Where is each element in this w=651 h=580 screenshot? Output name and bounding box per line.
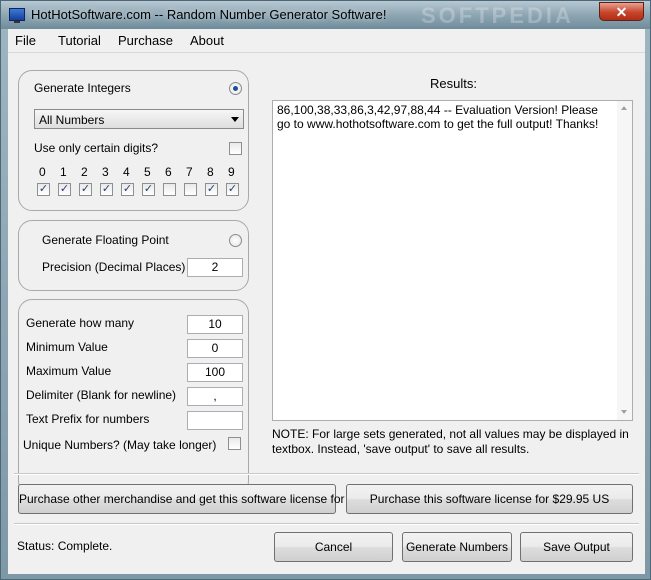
- digit-checkbox[interactable]: [163, 183, 176, 196]
- precision-label: Precision (Decimal Places): [42, 260, 186, 274]
- separator-top: [14, 473, 639, 475]
- purchase-license-button[interactable]: Purchase this software license for $29.9…: [346, 484, 633, 514]
- integers-group: Generate Integers All Numbers Use only c…: [18, 70, 249, 211]
- generate-numbers-button[interactable]: Generate Numbers: [402, 532, 512, 562]
- client-area: File Tutorial Purchase About Generate In…: [8, 29, 645, 574]
- only-digits-label: Use only certain digits?: [34, 141, 159, 155]
- text-prefix-input[interactable]: [187, 411, 243, 430]
- results-heading: Results:: [430, 76, 477, 91]
- watermark-logo: SOFTPEDIA: [421, 3, 574, 28]
- min-value-input[interactable]: 0: [187, 339, 243, 358]
- separator-bottom: [14, 523, 639, 525]
- note-text: NOTE: For large sets generated, not all …: [272, 427, 629, 456]
- generate-floating-label: Generate Floating Point: [42, 233, 169, 247]
- precision-input[interactable]: 2: [187, 258, 243, 277]
- window-title: HotHotSoftware.com -- Random Number Gene…: [31, 7, 387, 22]
- chevron-down-icon: [231, 117, 239, 122]
- app-monitor-icon: [9, 8, 25, 23]
- menu-about[interactable]: About: [190, 33, 224, 48]
- digit-label: 1: [60, 165, 67, 179]
- delimiter-label: Delimiter (Blank for newline): [26, 388, 177, 402]
- menu-file[interactable]: File: [15, 33, 36, 48]
- close-icon: ✕: [615, 4, 628, 20]
- results-textbox[interactable]: 86,100,38,33,86,3,42,97,88,44 -- Evaluat…: [272, 100, 633, 421]
- unique-numbers-checkbox[interactable]: [228, 437, 241, 450]
- generate-integers-radio[interactable]: [229, 82, 242, 95]
- digit-checkbox[interactable]: ✓: [142, 183, 155, 196]
- digit-checkbox[interactable]: ✓: [100, 183, 113, 196]
- digit-checkbox[interactable]: ✓: [205, 183, 218, 196]
- min-value-label: Minimum Value: [26, 340, 108, 354]
- digit-checkbox[interactable]: ✓: [58, 183, 71, 196]
- generate-integers-label: Generate Integers: [34, 81, 131, 95]
- digit-label: 8: [207, 165, 214, 179]
- digit-checkbox[interactable]: ✓: [226, 183, 239, 196]
- digit-label: 6: [165, 165, 172, 179]
- digit-label: 5: [144, 165, 151, 179]
- title-bar[interactable]: HotHotSoftware.com -- Random Number Gene…: [1, 1, 650, 29]
- menu-purchase[interactable]: Purchase: [118, 33, 173, 48]
- only-digits-checkbox[interactable]: [229, 142, 242, 155]
- number-type-value: All Numbers: [39, 113, 105, 127]
- save-output-button[interactable]: Save Output: [520, 532, 633, 562]
- digit-label: 0: [39, 165, 46, 179]
- scroll-down-icon[interactable]: [621, 410, 627, 414]
- digit-label: 2: [81, 165, 88, 179]
- status-text: Status: Complete.: [17, 539, 113, 553]
- scroll-up-icon[interactable]: [621, 106, 627, 110]
- text-prefix-label: Text Prefix for numbers: [26, 412, 150, 426]
- digit-checkbox[interactable]: ✓: [121, 183, 134, 196]
- delimiter-input[interactable]: ,: [187, 387, 243, 406]
- digit-label: 9: [228, 165, 235, 179]
- digit-checkbox[interactable]: ✓: [79, 183, 92, 196]
- how-many-label: Generate how many: [26, 316, 135, 330]
- generate-floating-radio[interactable]: [229, 234, 242, 247]
- menu-bar: File Tutorial Purchase About: [8, 29, 645, 53]
- digit-label: 3: [102, 165, 109, 179]
- results-text: 86,100,38,33,86,3,42,97,88,44 -- Evaluat…: [277, 103, 599, 131]
- digit-checkbox[interactable]: [184, 183, 197, 196]
- digit-checkbox[interactable]: ✓: [37, 183, 50, 196]
- digit-label: 7: [186, 165, 193, 179]
- menu-tutorial[interactable]: Tutorial: [58, 33, 101, 48]
- digit-label: 4: [123, 165, 130, 179]
- number-type-select[interactable]: All Numbers: [34, 109, 244, 129]
- results-scrollbar[interactable]: [617, 101, 632, 420]
- max-value-label: Maximum Value: [26, 364, 112, 378]
- unique-numbers-label: Unique Numbers? (May take longer): [23, 438, 217, 452]
- max-value-input[interactable]: 100: [187, 363, 243, 382]
- purchase-merchandise-button[interactable]: Purchase other merchandise and get this …: [18, 484, 369, 514]
- options-group: Generate how many 10 Minimum Value 0 Max…: [18, 299, 249, 495]
- cancel-button[interactable]: Cancel: [274, 532, 393, 562]
- app-window: HotHotSoftware.com -- Random Number Gene…: [0, 0, 651, 580]
- floating-group: Generate Floating Point Precision (Decim…: [18, 220, 249, 291]
- how-many-input[interactable]: 10: [187, 315, 243, 334]
- close-button[interactable]: ✕: [599, 2, 644, 21]
